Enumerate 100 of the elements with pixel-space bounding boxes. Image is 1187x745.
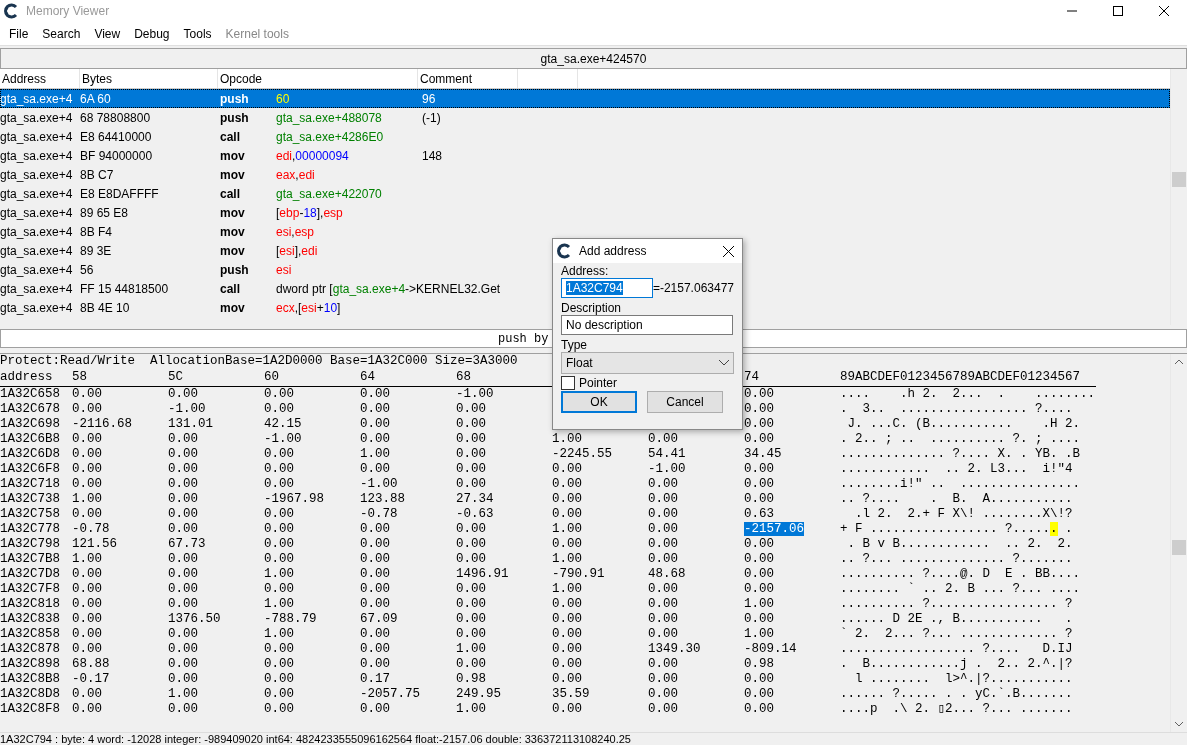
- value-cell[interactable]: 0.00: [264, 537, 294, 551]
- value-cell[interactable]: 0.00: [360, 462, 390, 476]
- column-header[interactable]: Bytes: [80, 69, 218, 88]
- value-cell[interactable]: 0.00: [264, 522, 294, 536]
- value-cell[interactable]: 0.00: [72, 402, 102, 416]
- value-cell[interactable]: -790.91: [552, 567, 605, 581]
- value-cell[interactable]: 0.00: [360, 537, 390, 551]
- value-cell[interactable]: 0.00: [648, 672, 678, 686]
- column-header[interactable]: Address: [0, 69, 80, 88]
- value-cell[interactable]: 0.00: [264, 552, 294, 566]
- value-cell[interactable]: 0.00: [744, 687, 774, 701]
- value-cell[interactable]: 0.00: [744, 477, 774, 491]
- value-cell[interactable]: 0.00: [72, 627, 102, 641]
- value-cell[interactable]: 0.00: [360, 597, 390, 611]
- value-cell[interactable]: 0.00: [360, 567, 390, 581]
- value-cell[interactable]: 0.00: [552, 642, 582, 656]
- value-cell[interactable]: 0.00: [72, 612, 102, 626]
- value-cell[interactable]: 0.63: [744, 507, 774, 521]
- value-cell[interactable]: 0.00: [168, 582, 198, 596]
- value-cell[interactable]: 0.00: [648, 612, 678, 626]
- value-cell[interactable]: 0.00: [744, 492, 774, 506]
- value-cell[interactable]: 0.00: [456, 597, 486, 611]
- value-cell[interactable]: 1.00: [744, 597, 774, 611]
- value-cell[interactable]: 0.00: [168, 447, 198, 461]
- value-cell[interactable]: 0.00: [552, 672, 582, 686]
- value-cell[interactable]: 0.00: [264, 672, 294, 686]
- value-cell[interactable]: 0.00: [456, 657, 486, 671]
- value-cell[interactable]: 0.00: [744, 702, 774, 716]
- value-cell[interactable]: 0.00: [264, 402, 294, 416]
- value-cell[interactable]: 0.00: [360, 702, 390, 716]
- value-cell[interactable]: -2116.68: [72, 417, 132, 431]
- value-cell[interactable]: 1.00: [552, 552, 582, 566]
- value-cell[interactable]: -1.00: [360, 477, 398, 491]
- value-cell[interactable]: -0.17: [72, 672, 110, 686]
- value-cell[interactable]: 131.01: [168, 417, 213, 431]
- value-cell[interactable]: 0.00: [360, 432, 390, 446]
- value-cell[interactable]: 0.00: [360, 552, 390, 566]
- column-header[interactable]: Comment: [418, 69, 518, 88]
- value-cell[interactable]: 0.00: [72, 702, 102, 716]
- value-cell[interactable]: 0.00: [552, 507, 582, 521]
- value-cell[interactable]: 1.00: [744, 627, 774, 641]
- value-cell[interactable]: 0.00: [648, 597, 678, 611]
- value-cell[interactable]: 0.00: [168, 507, 198, 521]
- value-cell[interactable]: 1376.50: [168, 612, 221, 626]
- value-cell[interactable]: 0.00: [456, 537, 486, 551]
- value-cell[interactable]: 0.00: [456, 627, 486, 641]
- value-cell[interactable]: 0.00: [648, 477, 678, 491]
- value-cell[interactable]: 0.00: [552, 657, 582, 671]
- dialog-button[interactable]: OK: [561, 391, 637, 413]
- selected-row[interactable]: gta_sa.exe+4 6A 60 push 60 96: [0, 89, 1170, 108]
- value-cell[interactable]: 0.17: [360, 672, 390, 686]
- value-cell[interactable]: 0.00: [168, 492, 198, 506]
- value-cell[interactable]: -2245.55: [552, 447, 612, 461]
- value-cell[interactable]: 0.00: [744, 582, 774, 596]
- value-cell[interactable]: 0.00: [552, 597, 582, 611]
- value-cell[interactable]: 0.00: [456, 462, 486, 476]
- value-cell[interactable]: 0.00: [264, 447, 294, 461]
- value-cell[interactable]: 0.00: [72, 447, 102, 461]
- value-cell[interactable]: 34.45: [744, 447, 782, 461]
- value-cell[interactable]: 0.00: [360, 417, 390, 431]
- close-icon[interactable]: [723, 245, 734, 257]
- value-cell[interactable]: 0.00: [168, 477, 198, 491]
- value-cell[interactable]: -0.78: [360, 507, 398, 521]
- value-cell[interactable]: 0.00: [744, 462, 774, 476]
- value-cell[interactable]: 0.00: [168, 702, 198, 716]
- value-cell[interactable]: 0.00: [168, 672, 198, 686]
- value-cell[interactable]: 0.00: [456, 417, 486, 431]
- menu-item[interactable]: View: [87, 26, 128, 41]
- value-cell[interactable]: 0.00: [456, 432, 486, 446]
- value-cell[interactable]: 1.00: [360, 447, 390, 461]
- value-cell[interactable]: 0.00: [648, 657, 678, 671]
- menu-item[interactable]: Debug: [127, 26, 177, 41]
- value-cell[interactable]: 0.00: [456, 447, 486, 461]
- scroll-thumb[interactable]: [1172, 540, 1186, 555]
- value-cell[interactable]: 0.00: [552, 627, 582, 641]
- pointer-checkbox[interactable]: [561, 376, 575, 390]
- value-cell[interactable]: 0.00: [744, 567, 774, 581]
- value-cell[interactable]: 0.00: [456, 582, 486, 596]
- value-cell[interactable]: 0.00: [744, 417, 774, 431]
- menu-item[interactable]: Tools: [176, 26, 219, 41]
- value-cell[interactable]: 1.00: [72, 492, 102, 506]
- value-cell[interactable]: 0.00: [168, 462, 198, 476]
- value-cell[interactable]: 0.00: [264, 507, 294, 521]
- value-cell[interactable]: 0.00: [456, 522, 486, 536]
- type-dropdown[interactable]: Float: [561, 352, 734, 374]
- value-cell[interactable]: 0.00: [648, 492, 678, 506]
- value-cell[interactable]: 0.00: [168, 567, 198, 581]
- value-cell[interactable]: 0.00: [72, 687, 102, 701]
- value-cell[interactable]: 0.00: [552, 477, 582, 491]
- value-cell[interactable]: 1.00: [168, 687, 198, 701]
- value-cell[interactable]: 0.00: [72, 582, 102, 596]
- value-cell[interactable]: 0.00: [264, 477, 294, 491]
- value-cell[interactable]: 54.41: [648, 447, 686, 461]
- value-cell[interactable]: 0.00: [552, 612, 582, 626]
- value-cell[interactable]: 0.00: [552, 462, 582, 476]
- value-cell[interactable]: 42.15: [264, 417, 302, 431]
- value-cell[interactable]: 0.00: [744, 432, 774, 446]
- value-cell[interactable]: 0.00: [264, 642, 294, 656]
- value-cell[interactable]: 0.00: [360, 657, 390, 671]
- value-cell[interactable]: 0.00: [744, 612, 774, 626]
